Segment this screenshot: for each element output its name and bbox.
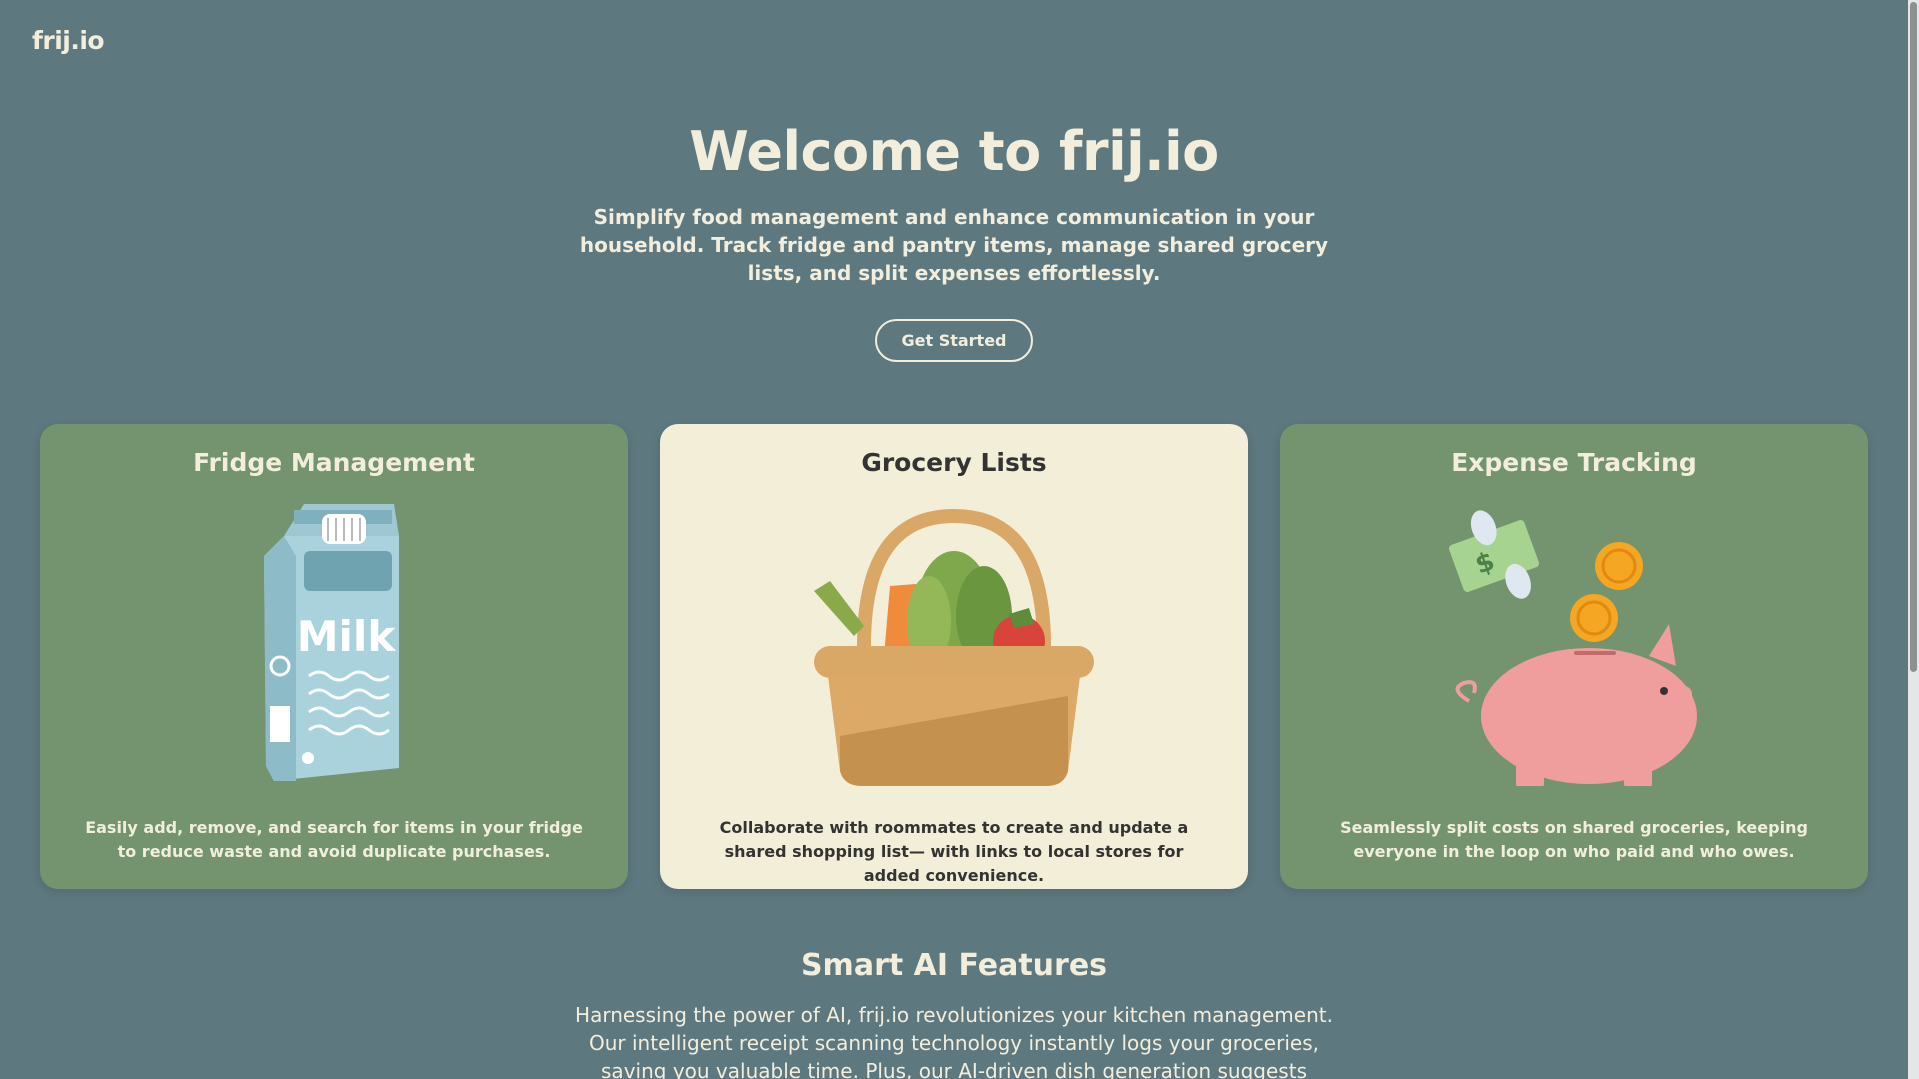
card-expense-tracking: Expense Tracking $ Seamlessly split cost… <box>1280 424 1868 889</box>
milk-label: Milk <box>297 612 397 661</box>
hero-section: Welcome to frij.io Simplify food managem… <box>0 120 1908 362</box>
card-title: Expense Tracking <box>1451 448 1697 477</box>
ai-features-title: Smart AI Features <box>800 948 1108 983</box>
get-started-button[interactable]: Get Started <box>875 319 1033 362</box>
card-title: Grocery Lists <box>861 448 1047 477</box>
hero-subtitle: Simplify food management and enhance com… <box>579 205 1329 285</box>
ai-features-section: Smart AI Features Harnessing the power o… <box>0 948 1908 1079</box>
milk-carton-icon: Milk <box>40 496 628 786</box>
card-grocery-lists: Grocery Lists Collaborate with roommates… <box>660 424 1248 889</box>
grocery-basket-icon <box>660 496 1248 786</box>
card-description: Easily add, remove, and search for items… <box>85 818 583 861</box>
site-logo[interactable]: frij.io <box>32 26 105 55</box>
hero-title: Welcome to frij.io <box>689 120 1219 183</box>
scrollbar-thumb[interactable] <box>1910 2 1917 672</box>
piggy-bank-icon: $ <box>1280 496 1868 786</box>
card-fridge-management: Fridge Management Milk Easily add, remov… <box>40 424 628 889</box>
card-description: Collaborate with roommates to create and… <box>719 818 1189 885</box>
feature-cards: Fridge Management Milk Easily add, remov… <box>40 424 1868 889</box>
card-title: Fridge Management <box>193 448 475 477</box>
ai-features-description: Harnessing the power of AI, frij.io revo… <box>575 1003 1333 1079</box>
page-scrollbar[interactable] <box>1908 0 1919 1079</box>
card-description: Seamlessly split costs on shared groceri… <box>1340 818 1808 861</box>
